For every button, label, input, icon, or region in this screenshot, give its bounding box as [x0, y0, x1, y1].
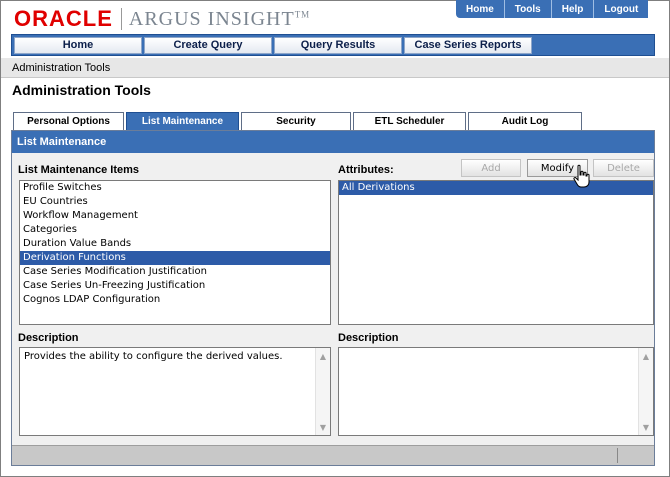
oracle-argus-logo: ORACLE ARGUS INSIGHTTM	[14, 6, 310, 32]
status-bar-divider	[617, 448, 618, 463]
menu-home[interactable]: Home	[14, 36, 142, 54]
tab-etl-scheduler[interactable]: ETL Scheduler	[353, 112, 466, 130]
status-bar	[12, 445, 654, 465]
main-menu-bar: Home Create Query Query Results Case Ser…	[11, 34, 655, 56]
description-textarea[interactable]: Provides the ability to configure the de…	[19, 347, 331, 436]
menu-case-series-reports[interactable]: Case Series Reports	[404, 36, 532, 54]
attribute-description-label: Description	[338, 332, 399, 344]
list-item-selected[interactable]: Derivation Functions	[20, 251, 330, 265]
tab-security[interactable]: Security	[241, 112, 351, 130]
panel-title: List Maintenance	[12, 131, 654, 153]
global-nav-logout[interactable]: Logout	[593, 0, 648, 18]
list-item[interactable]: Profile Switches	[20, 181, 330, 195]
delete-button[interactable]: Delete	[593, 159, 654, 177]
attribute-description-scrollbar[interactable]: ▲ ▼	[638, 348, 653, 435]
list-item[interactable]: EU Countries	[20, 195, 330, 209]
list-item[interactable]: Cognos LDAP Configuration	[20, 293, 330, 307]
admin-tabs: Personal Options List Maintenance Securi…	[13, 112, 584, 130]
page-title: Administration Tools	[12, 82, 151, 98]
logo-divider	[120, 8, 122, 30]
trademark-mark: TM	[294, 8, 311, 19]
hand-pointer-icon	[573, 164, 590, 188]
items-label: List Maintenance Items	[18, 164, 140, 176]
breadcrumb: Administration Tools	[1, 58, 669, 78]
attribute-item-selected[interactable]: All Derivations	[339, 181, 653, 195]
list-item[interactable]: Case Series Modification Justification	[20, 265, 330, 279]
scroll-down-arrow-icon[interactable]: ▼	[639, 420, 653, 434]
list-item[interactable]: Workflow Management	[20, 209, 330, 223]
list-item[interactable]: Categories	[20, 223, 330, 237]
oracle-wordmark: ORACLE	[14, 6, 113, 31]
scroll-up-arrow-icon[interactable]: ▲	[639, 349, 653, 363]
attributes-listbox[interactable]: All Derivations	[338, 180, 654, 325]
global-nav-tools[interactable]: Tools	[503, 0, 551, 18]
menu-create-query[interactable]: Create Query	[144, 36, 272, 54]
product-name: ARGUS INSIGHT	[128, 7, 295, 30]
list-item[interactable]: Case Series Un-Freezing Justification	[20, 279, 330, 293]
scroll-up-arrow-icon[interactable]: ▲	[316, 349, 330, 363]
attribute-description-textarea[interactable]: ▲ ▼	[338, 347, 654, 436]
tab-audit-log[interactable]: Audit Log	[468, 112, 582, 130]
tab-personal-options[interactable]: Personal Options	[13, 112, 124, 130]
description-label: Description	[18, 332, 79, 344]
menu-query-results[interactable]: Query Results	[274, 36, 402, 54]
items-listbox[interactable]: Profile Switches EU Countries Workflow M…	[19, 180, 331, 325]
description-scrollbar[interactable]: ▲ ▼	[315, 348, 330, 435]
global-nav-home[interactable]: Home	[456, 0, 504, 18]
global-nav-help[interactable]: Help	[550, 0, 594, 18]
scroll-down-arrow-icon[interactable]: ▼	[316, 420, 330, 434]
list-maintenance-panel: List Maintenance List Maintenance Items …	[11, 130, 655, 466]
add-button[interactable]: Add	[461, 159, 521, 177]
attributes-label: Attributes:	[338, 164, 394, 176]
global-nav: Home Tools Help Logout	[456, 0, 649, 18]
list-item[interactable]: Duration Value Bands	[20, 237, 330, 251]
tab-list-maintenance[interactable]: List Maintenance	[126, 112, 239, 130]
description-text: Provides the ability to configure the de…	[24, 351, 283, 362]
argus-insight-wordmark: ARGUS INSIGHTTM	[129, 8, 310, 31]
